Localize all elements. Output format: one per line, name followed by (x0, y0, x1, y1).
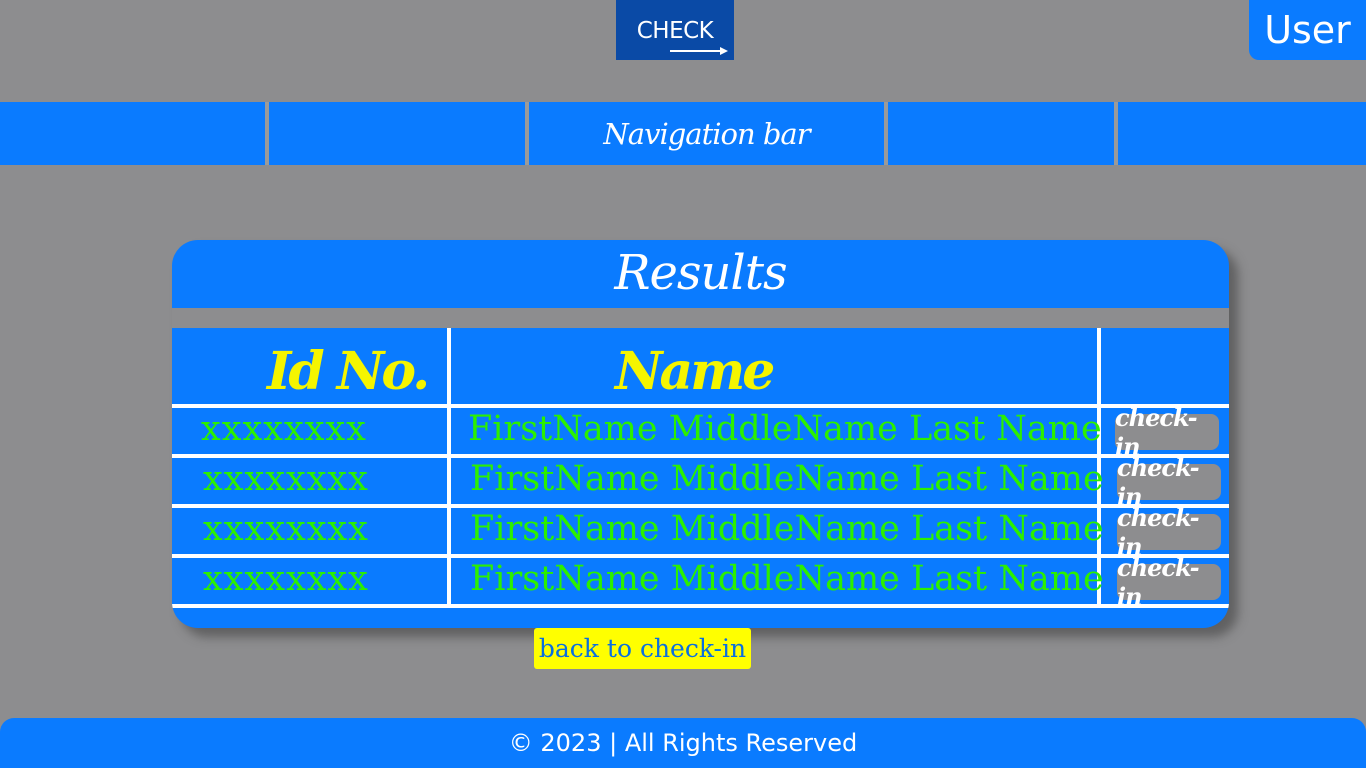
nav-item-2[interactable] (269, 102, 525, 165)
check-in-button[interactable]: check-in (1117, 503, 1221, 561)
cell-name: FirstName MiddleName Last Name (470, 559, 1104, 599)
logo-arrow-icon (670, 47, 728, 55)
cell-id: xxxxxxxx (203, 559, 369, 599)
column-header-name: Name (615, 341, 775, 402)
check-in-button[interactable]: check-in (1117, 453, 1221, 511)
navigation-bar: Navigation bar (0, 102, 1366, 165)
results-card: Results Id No. Name xxxxxxxx FirstName M… (172, 240, 1229, 628)
results-table: Id No. Name xxxxxxxx FirstName MiddleNam… (172, 328, 1229, 611)
user-button[interactable]: User (1249, 0, 1366, 60)
results-title: Results (614, 245, 787, 301)
check-in-button[interactable]: check-in (1115, 403, 1219, 461)
cell-name: FirstName MiddleName Last Name (468, 409, 1102, 449)
check-logo[interactable]: CHECK (616, 0, 734, 60)
row-divider (172, 554, 1229, 558)
cell-id: xxxxxxxx (203, 509, 369, 549)
row-divider (172, 504, 1229, 508)
row-divider (172, 604, 1229, 608)
nav-item-4[interactable] (888, 102, 1114, 165)
nav-item-3[interactable]: Navigation bar (529, 102, 884, 165)
row-divider (172, 404, 1229, 408)
table-header-row: Id No. Name (172, 328, 1229, 404)
footer-text: © 2023 | All Rights Reserved (508, 729, 858, 757)
cell-id: xxxxxxxx (201, 409, 367, 449)
cell-id: xxxxxxxx (203, 459, 369, 499)
column-header-id: Id No. (267, 341, 430, 402)
back-to-check-in-button[interactable]: back to check-in (534, 628, 751, 669)
logo-text: CHECK (636, 18, 714, 44)
cell-name: FirstName MiddleName Last Name (470, 509, 1104, 549)
footer: © 2023 | All Rights Reserved (0, 718, 1366, 768)
title-divider (172, 308, 1229, 328)
nav-item-1[interactable] (0, 102, 265, 165)
cell-name: FirstName MiddleName Last Name (470, 459, 1104, 499)
nav-item-5[interactable] (1118, 102, 1366, 165)
check-in-button[interactable]: check-in (1117, 553, 1221, 611)
row-divider (172, 454, 1229, 458)
